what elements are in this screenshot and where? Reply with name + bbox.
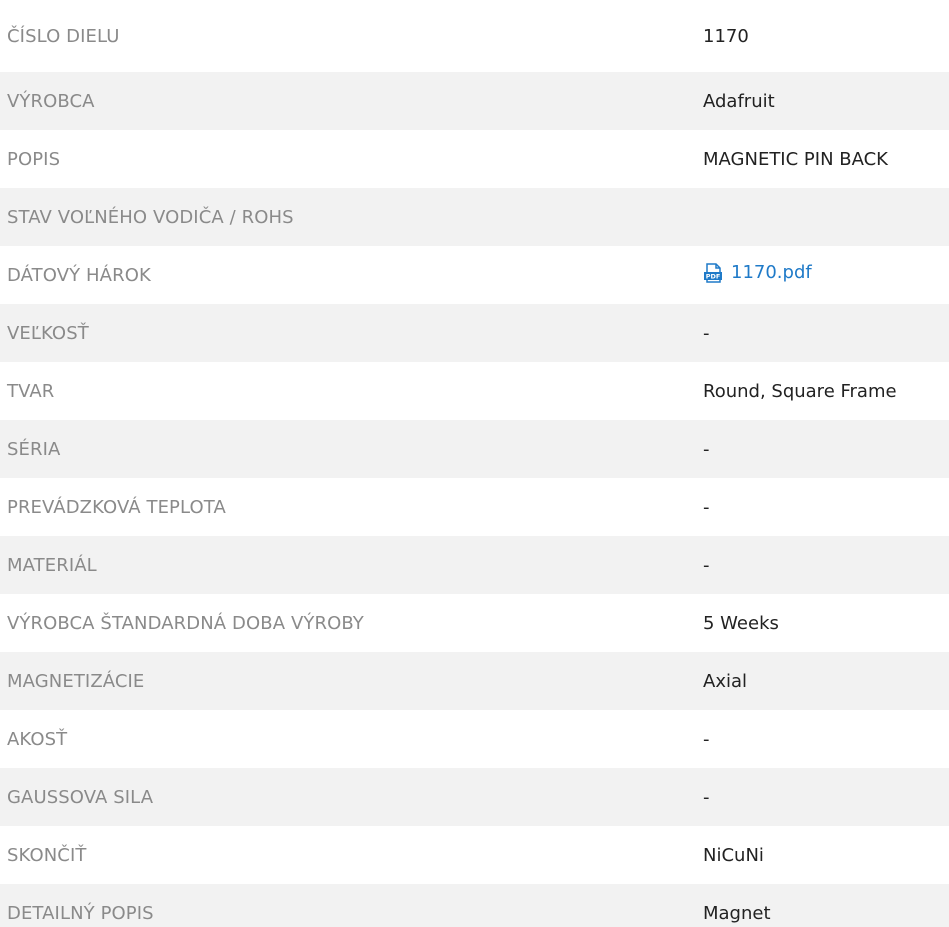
svg-text:PDF: PDF: [706, 272, 721, 280]
spec-label: TVAR: [7, 380, 55, 402]
spec-value: NiCuNi: [703, 844, 764, 866]
spec-row-series: SÉRIA -: [0, 420, 949, 478]
spec-row-grade: AKOSŤ -: [0, 710, 949, 768]
spec-value: 5 Weeks: [703, 612, 779, 634]
spec-value: -: [703, 728, 710, 750]
spec-value: -: [703, 322, 710, 344]
spec-label: POPIS: [7, 148, 61, 170]
spec-value: -: [703, 786, 710, 808]
spec-value: PDF 1170.pdf: [703, 262, 949, 288]
spec-label: PREVÁDZKOVÁ TEPLOTA: [7, 496, 226, 518]
spec-label: VEĽKOSŤ: [7, 322, 89, 344]
spec-row-gauss-strength: GAUSSOVA SILA -: [0, 768, 949, 826]
spec-value: Adafruit: [703, 90, 775, 112]
spec-label: DETAILNÝ POPIS: [7, 902, 154, 924]
spec-value: Magnet: [703, 902, 771, 924]
spec-row-magnetization: MAGNETIZÁCIE Axial: [0, 652, 949, 710]
spec-label: DÁTOVÝ HÁROK: [7, 264, 151, 286]
datasheet-link-label: 1170.pdf: [731, 262, 812, 284]
spec-label: ČÍSLO DIELU: [7, 25, 120, 47]
spec-label: VÝROBCA: [7, 90, 95, 112]
spec-label: MAGNETIZÁCIE: [7, 670, 145, 692]
spec-row-part-number: ČÍSLO DIELU 1170: [0, 0, 949, 72]
spec-value: Axial: [703, 670, 747, 692]
spec-row-description: POPIS MAGNETIC PIN BACK: [0, 130, 949, 188]
spec-row-rohs-status: STAV VOĽNÉHO VODIČA / ROHS: [0, 188, 949, 246]
spec-value: -: [703, 496, 710, 518]
spec-row-finish: SKONČIŤ NiCuNi: [0, 826, 949, 884]
spec-row-lead-time: VÝROBCA ŠTANDARDNÁ DOBA VÝROBY 5 Weeks: [0, 594, 949, 652]
spec-value: 1170: [703, 25, 749, 47]
spec-label: VÝROBCA ŠTANDARDNÁ DOBA VÝROBY: [7, 612, 364, 634]
spec-label: SÉRIA: [7, 438, 61, 460]
pdf-icon: PDF: [703, 263, 723, 283]
spec-row-size: VEĽKOSŤ -: [0, 304, 949, 362]
spec-table: ČÍSLO DIELU 1170 VÝROBCA Adafruit POPIS …: [0, 0, 949, 927]
spec-row-detailed-description: DETAILNÝ POPIS Magnet: [0, 884, 949, 927]
spec-value: -: [703, 438, 710, 460]
spec-label: SKONČIŤ: [7, 844, 87, 866]
spec-value: Round, Square Frame: [703, 380, 897, 402]
spec-label: GAUSSOVA SILA: [7, 786, 154, 808]
datasheet-link[interactable]: PDF 1170.pdf: [703, 262, 812, 283]
spec-row-material: MATERIÁL -: [0, 536, 949, 594]
spec-value: -: [703, 554, 710, 576]
spec-value: MAGNETIC PIN BACK: [703, 148, 888, 170]
spec-row-datasheet: DÁTOVÝ HÁROK PDF 1170.pdf: [0, 246, 949, 304]
spec-row-shape: TVAR Round, Square Frame: [0, 362, 949, 420]
spec-row-operating-temperature: PREVÁDZKOVÁ TEPLOTA -: [0, 478, 949, 536]
spec-label: AKOSŤ: [7, 728, 68, 750]
spec-row-manufacturer: VÝROBCA Adafruit: [0, 72, 949, 130]
spec-label: STAV VOĽNÉHO VODIČA / ROHS: [7, 206, 294, 228]
spec-label: MATERIÁL: [7, 554, 97, 576]
